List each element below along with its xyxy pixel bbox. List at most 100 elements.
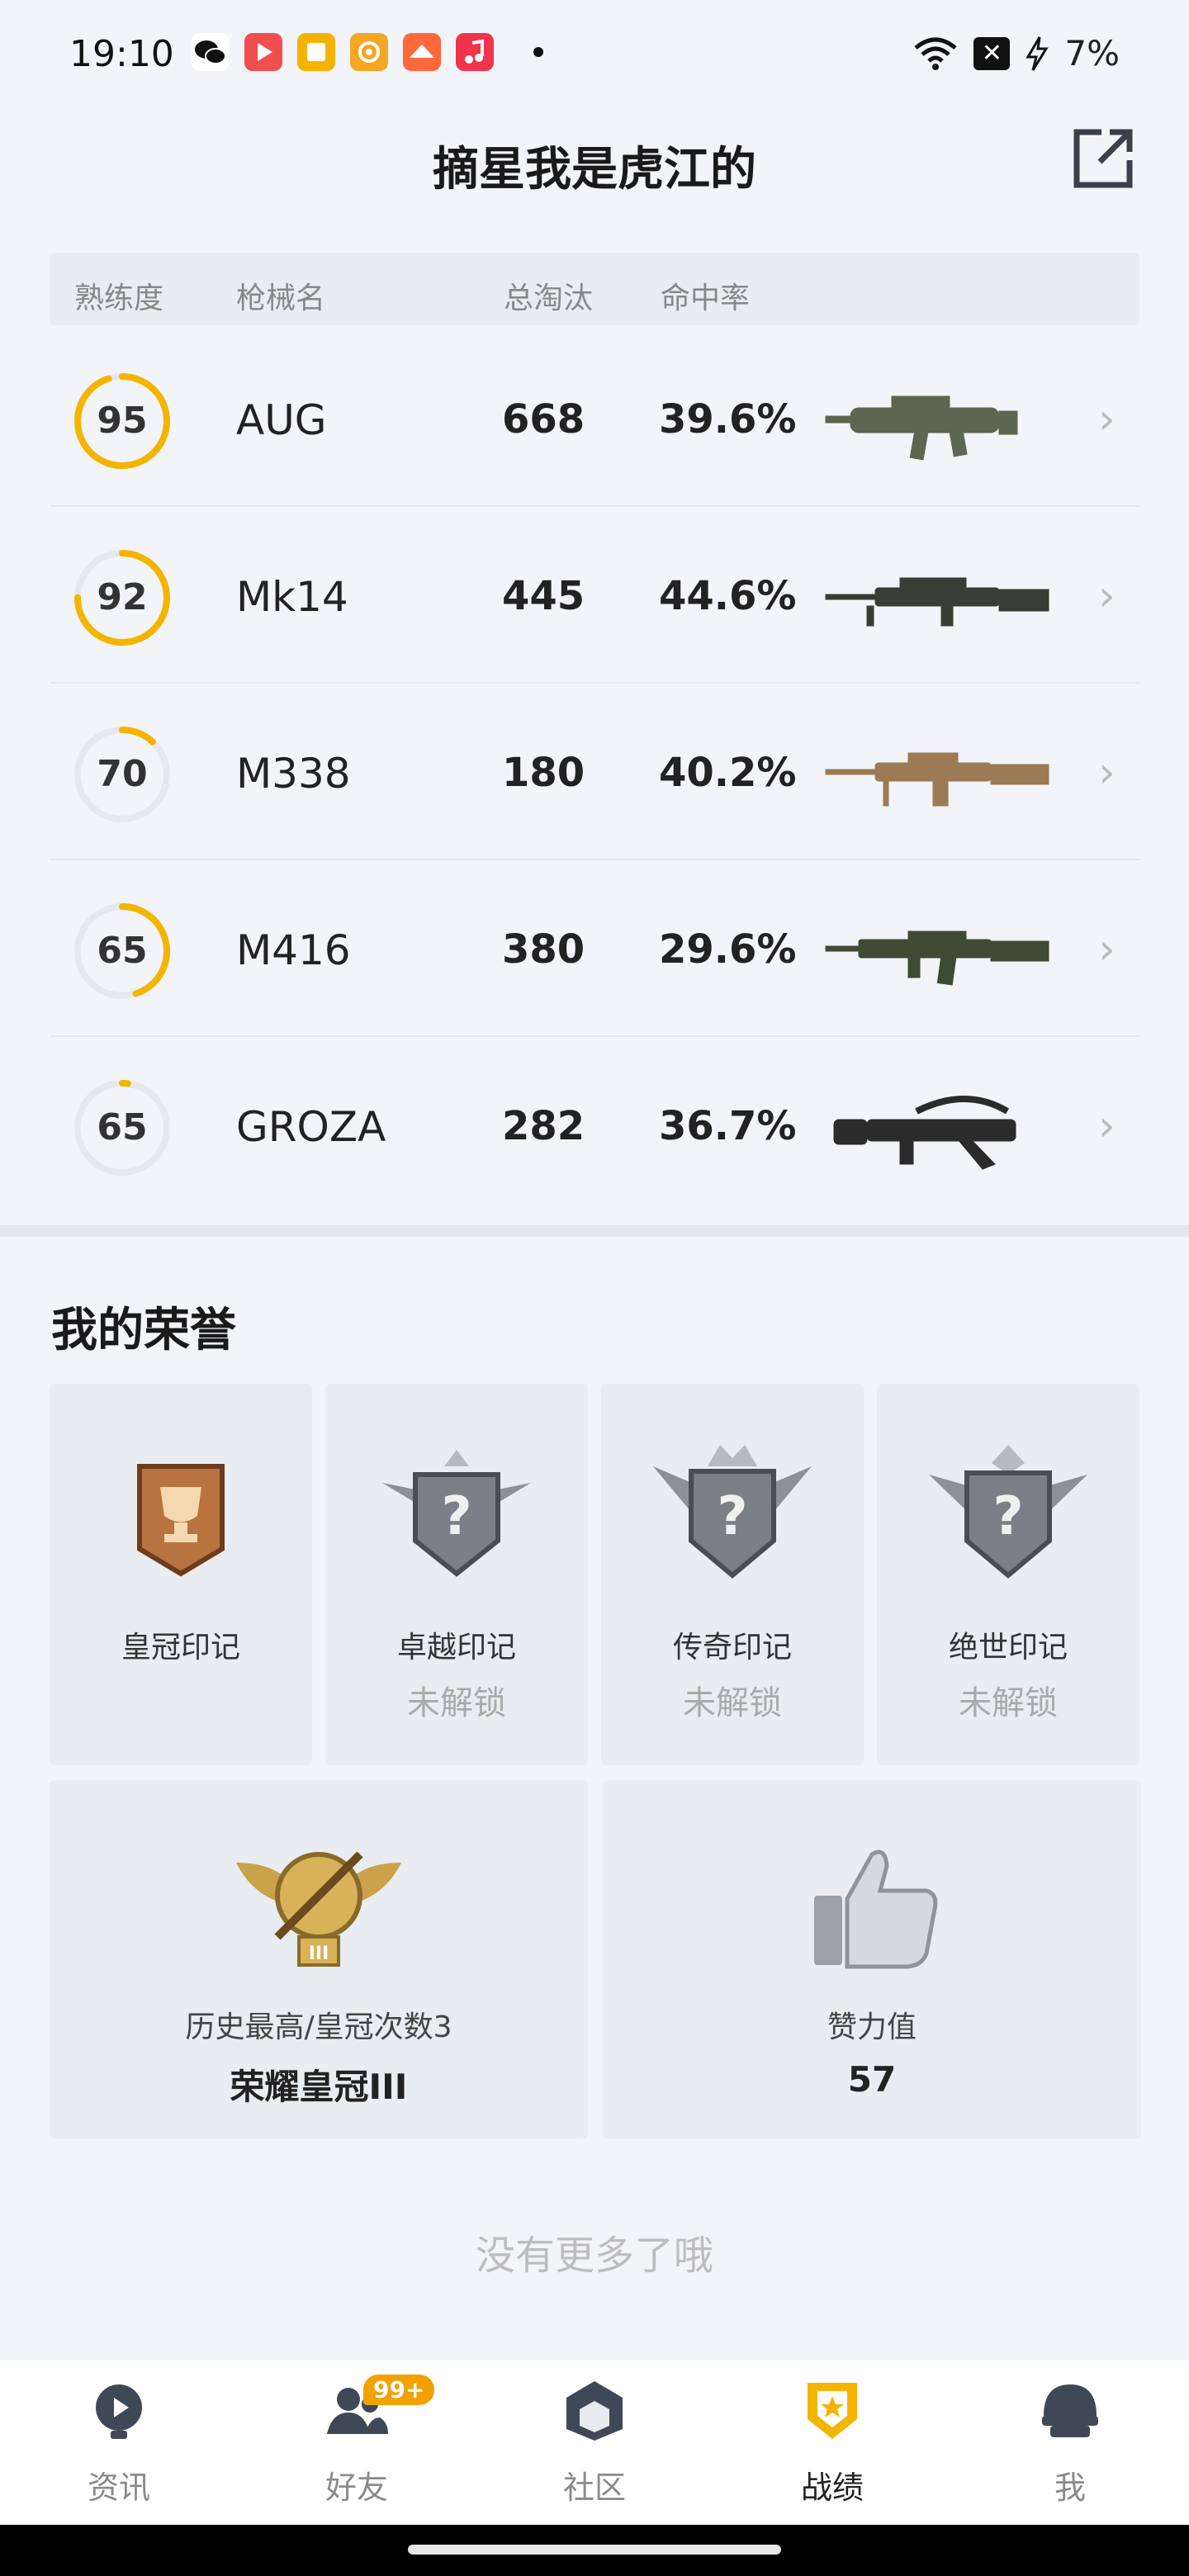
m416-rifle-icon <box>825 930 1049 986</box>
weapon-row[interactable]: 70 M338 180 40.2% › <box>50 684 1139 860</box>
locked-badge-icon: ? <box>653 1445 812 1579</box>
wechat-icon <box>192 33 230 71</box>
svg-text:III: III <box>309 1944 329 1964</box>
proficiency-value: 65 <box>97 1106 148 1148</box>
community-icon <box>566 2381 623 2441</box>
proficiency-value: 95 <box>97 400 148 442</box>
chevron-right-icon: › <box>1098 571 1116 621</box>
charging-icon <box>1026 36 1049 71</box>
rank-history: 历史最高/皇冠次数3 <box>185 2010 452 2044</box>
gun-name: AUG <box>236 396 327 444</box>
kills-value: 380 <box>502 926 585 973</box>
nav-label: 资讯 <box>87 2469 150 2506</box>
chevron-right-icon: › <box>1098 925 1116 974</box>
column-gun-name: 枪械名 <box>236 282 326 315</box>
svg-text:?: ? <box>992 1486 1023 1547</box>
honor-card-peerless[interactable]: ? 绝世印记 未解锁 <box>877 1384 1139 1765</box>
locked-badge-icon: ? <box>929 1445 1087 1579</box>
crown-trophy-icon <box>137 1464 225 1577</box>
nav-profile[interactable]: 我 <box>988 2376 1153 2517</box>
status-bar: 19:10 ✕ 7% <box>0 0 1189 107</box>
likes-card[interactable]: 赞力值 57 <box>603 1780 1141 2138</box>
gun-name: M338 <box>236 750 351 798</box>
accuracy-value: 39.6% <box>659 396 797 443</box>
honor-name: 绝世印记 <box>948 1631 1068 1664</box>
bottom-nav: 资讯 好友 99+ 社区 战绩 我 <box>0 2360 1189 2525</box>
honor-card-excellence[interactable]: ? 卓越印记 未解锁 <box>325 1384 588 1765</box>
rank-card[interactable]: III 历史最高/皇冠次数3 荣耀皇冠III <box>50 1780 588 2138</box>
game-app-icon <box>403 33 441 71</box>
svg-text:?: ? <box>717 1486 747 1547</box>
chevron-right-icon: › <box>1098 748 1116 798</box>
m338-rifle-icon <box>825 752 1049 807</box>
kills-value: 668 <box>502 396 585 443</box>
accuracy-value: 29.6% <box>659 926 797 973</box>
home-indicator[interactable] <box>408 2545 781 2555</box>
gun-name: Mk14 <box>236 573 348 621</box>
share-button[interactable] <box>1068 124 1138 193</box>
crown-rank-icon: III <box>236 1851 401 1967</box>
nav-news[interactable]: 资讯 <box>36 2376 201 2517</box>
column-proficiency: 熟练度 <box>74 282 164 315</box>
honors-title: 我的荣誉 <box>51 1304 236 1357</box>
system-nav-area <box>0 2525 1189 2576</box>
nav-community[interactable]: 社区 <box>512 2376 677 2517</box>
weapon-row[interactable]: 65 M416 380 29.6% › <box>50 860 1139 1037</box>
honor-card-crown[interactable]: 皇冠印记 <box>50 1384 312 1765</box>
section-divider <box>0 1225 1189 1237</box>
record-icon <box>808 2383 857 2439</box>
weapon-table: 95 AUG 668 39.6% › 92 Mk14 445 44.6% › 7… <box>50 330 1139 1214</box>
likes-label: 赞力值 <box>827 2010 917 2044</box>
reader-app-icon <box>297 33 335 71</box>
notification-icons <box>192 33 543 71</box>
proficiency-value: 65 <box>97 930 148 972</box>
friends-badge: 99+ <box>363 2375 435 2405</box>
locked-badge-icon: ? <box>382 1450 531 1577</box>
proficiency-value: 70 <box>97 753 148 795</box>
nav-label: 社区 <box>562 2469 626 2506</box>
groza-rifle-icon <box>833 1096 1016 1170</box>
accuracy-value: 36.7% <box>659 1103 797 1149</box>
battery-level: 7% <box>1064 33 1120 73</box>
chevron-right-icon: › <box>1098 395 1116 444</box>
honor-name: 皇冠印记 <box>121 1631 240 1664</box>
nav-record[interactable]: 战绩 <box>750 2376 915 2517</box>
honor-status: 未解锁 <box>959 1684 1058 1722</box>
aug-rifle-icon <box>825 395 1018 461</box>
status-right: ✕ 7% <box>912 33 1120 73</box>
status-time: 19:10 <box>69 33 174 75</box>
column-accuracy: 命中率 <box>661 282 751 315</box>
wifi-icon <box>914 37 957 70</box>
gun-name: M416 <box>236 926 351 974</box>
svg-text:?: ? <box>441 1486 471 1547</box>
proficiency-value: 92 <box>97 576 148 618</box>
honor-name: 卓越印记 <box>396 1631 516 1664</box>
music-note-icon <box>456 33 494 71</box>
accuracy-value: 40.2% <box>659 750 797 796</box>
video-app-icon <box>244 33 282 71</box>
nav-friends[interactable]: 好友 99+ <box>274 2375 439 2517</box>
honor-card-legend[interactable]: ? 传奇印记 未解锁 <box>601 1384 864 1765</box>
honor-name: 传奇印记 <box>672 1631 792 1664</box>
news-icon <box>96 2384 142 2439</box>
kills-value: 282 <box>502 1103 585 1149</box>
weapon-table-header: 熟练度 枪械名 总淘汰 命中率 <box>50 253 1139 325</box>
weapon-row[interactable]: 92 Mk14 445 44.6% › <box>50 507 1139 684</box>
thumbs-up-icon <box>814 1849 938 1969</box>
profile-icon <box>1042 2384 1098 2437</box>
music-app-icon <box>350 33 388 71</box>
weapon-row[interactable]: 65 GROZA 282 36.7% › <box>50 1037 1139 1214</box>
gun-name: GROZA <box>236 1103 386 1151</box>
nav-label: 战绩 <box>800 2469 864 2506</box>
nav-label: 我 <box>1054 2469 1086 2506</box>
no-more-text: 没有更多了哦 <box>475 2233 713 2279</box>
more-notifications-dot <box>533 47 543 57</box>
weapon-row[interactable]: 95 AUG 668 39.6% › <box>50 330 1139 507</box>
sim-disabled-icon: ✕ <box>973 36 1011 70</box>
mk14-rifle-icon <box>825 577 1049 627</box>
accuracy-value: 44.6% <box>659 573 797 619</box>
honor-status: 未解锁 <box>407 1684 506 1722</box>
column-kills: 总淘汰 <box>504 282 594 315</box>
kills-value: 180 <box>502 750 585 796</box>
honor-status: 未解锁 <box>683 1684 782 1722</box>
